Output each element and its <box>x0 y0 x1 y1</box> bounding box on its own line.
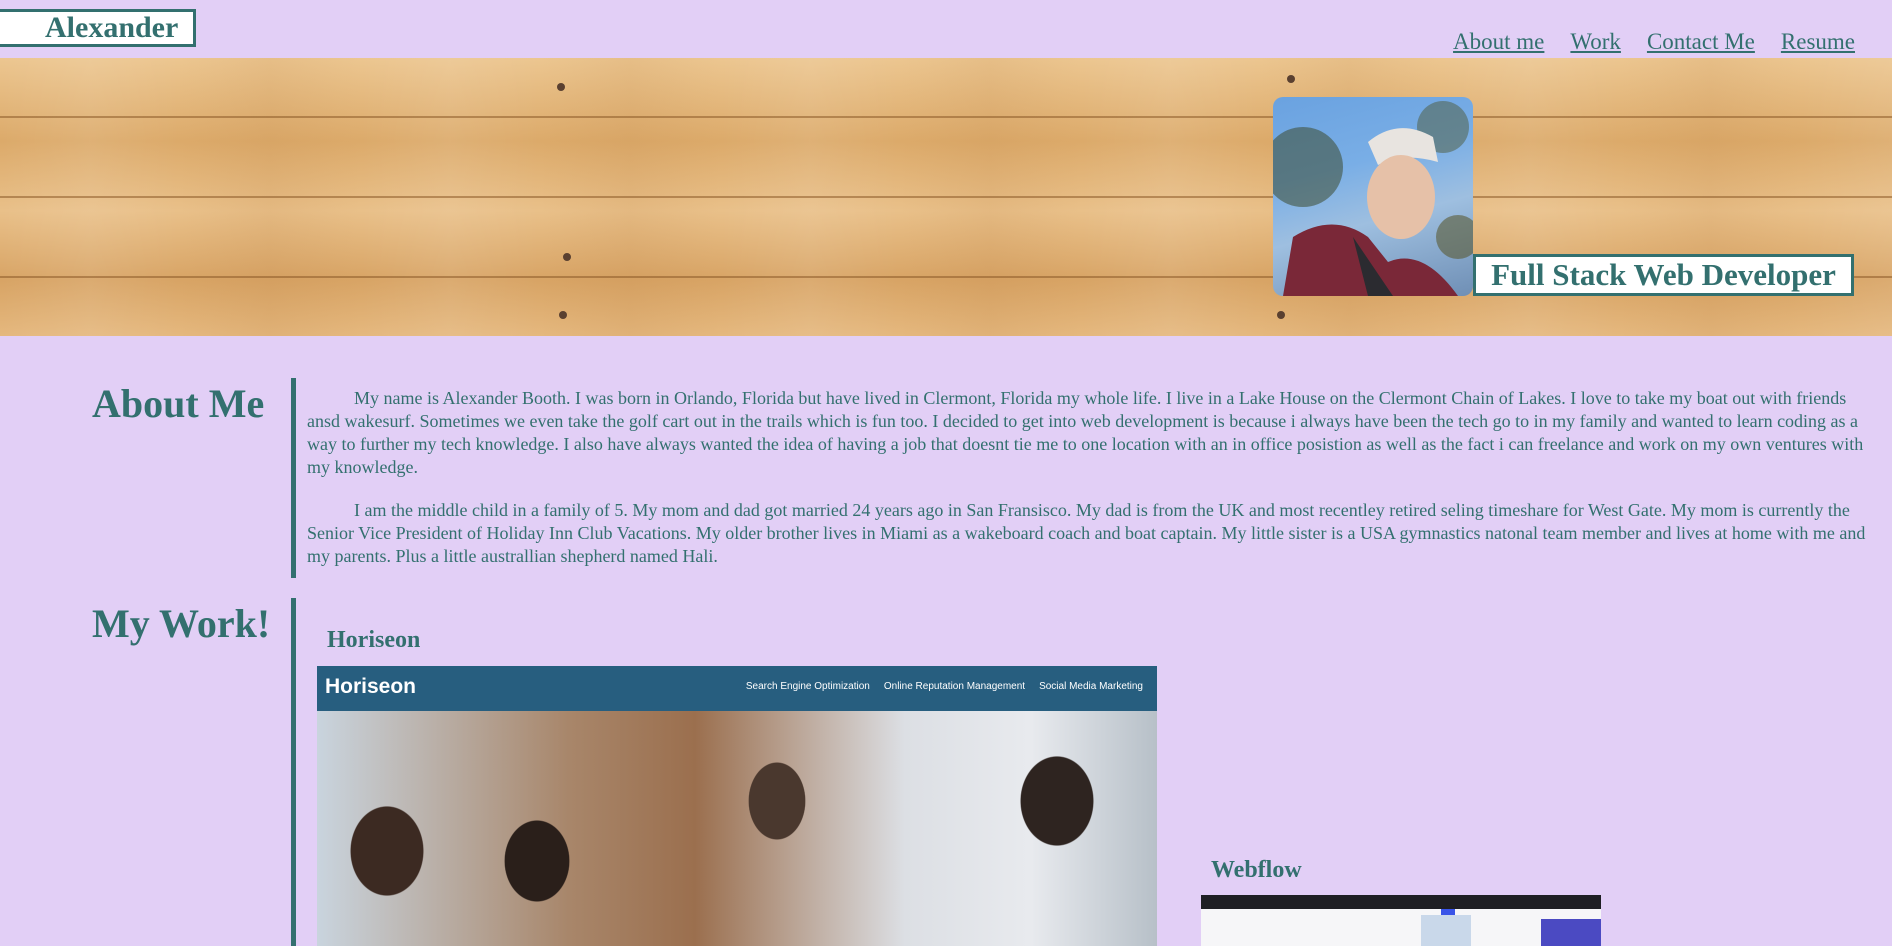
nail-decoration <box>1287 75 1295 83</box>
webflow-navbar <box>1201 895 1601 909</box>
project-screenshot-webflow[interactable] <box>1201 895 1601 946</box>
horiseon-link: Social Media Marketing <box>1039 681 1143 692</box>
about-paragraph: I am the middle child in a family of 5. … <box>307 500 1866 566</box>
about-text: My name is Alexander Booth. I was born i… <box>307 387 1882 588</box>
webflow-thumb <box>1541 919 1601 946</box>
horiseon-logo: Horiseon <box>325 675 417 698</box>
nav-link-work[interactable]: Work <box>1570 29 1621 55</box>
nav-link-contact-me[interactable]: Contact Me <box>1647 29 1755 55</box>
work-divider <box>291 598 296 946</box>
nail-decoration <box>1277 311 1285 319</box>
profile-photo-illustration <box>1273 101 1473 296</box>
about-divider <box>291 378 296 578</box>
hero-title: Full Stack Web Developer <box>1473 254 1854 296</box>
nail-decoration <box>559 311 567 319</box>
horiseon-link: Online Reputation Management <box>883 681 1026 692</box>
work-heading: My Work! <box>92 601 271 646</box>
nav-link-about-me[interactable]: About me <box>1453 29 1544 55</box>
top-nav: About me Work Contact Me Resume <box>1453 29 1855 55</box>
nail-decoration <box>563 253 571 261</box>
site-brand: Alexander <box>0 9 196 47</box>
project-title-horiseon: Horiseon <box>327 627 421 653</box>
about-paragraph: My name is Alexander Booth. I was born i… <box>307 388 1864 477</box>
webflow-thumb <box>1421 915 1471 946</box>
nav-link-resume[interactable]: Resume <box>1781 29 1855 55</box>
project-screenshot-horiseon[interactable]: Horiseon Search Engine Optimization Onli… <box>317 666 1157 946</box>
webflow-body <box>1201 909 1601 946</box>
project-title-webflow: Webflow <box>1211 857 1302 883</box>
profile-photo <box>1273 97 1473 296</box>
horiseon-hero-photo <box>317 711 1157 946</box>
horiseon-navbar: Horiseon Search Engine Optimization Onli… <box>317 666 1157 711</box>
horiseon-link: Search Engine Optimization <box>745 681 870 692</box>
webflow-badge <box>1441 909 1455 915</box>
nail-decoration <box>557 83 565 91</box>
horiseon-nav-links: Search Engine Optimization Online Reputa… <box>746 681 1143 692</box>
about-heading: About Me <box>92 381 265 426</box>
